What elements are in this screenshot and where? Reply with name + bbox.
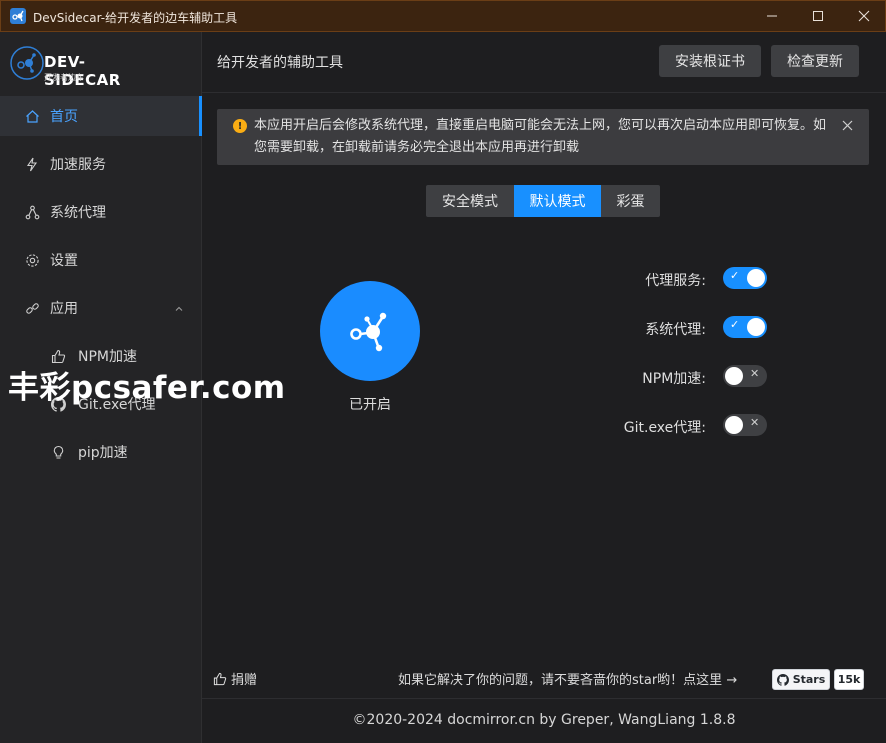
home-icon [24,108,40,124]
sidebar-item-pip[interactable]: pip加速 [0,432,202,472]
warning-alert: ! 本应用开启后会修改系统代理，直接重启电脑可能会无法上网，您可以再次启动本应用… [217,109,869,165]
logo-text: DEV-SIDECAR [44,53,121,89]
copyright-text: ©2020-2024 docmirror.cn by Greper, WangL… [352,712,736,728]
sidebar-item-system-proxy[interactable]: 系统代理 [0,192,202,232]
alert-close-button[interactable] [842,119,853,135]
github-stars-button[interactable]: Stars [772,669,830,690]
switch-label-git: Git.exe代理: [623,420,706,436]
switch-label-npm: NPM加速: [642,371,706,387]
sidebar-item-settings[interactable]: 设置 [0,240,202,280]
stars-count-badge[interactable]: 15k [834,669,864,690]
title-bar: DevSidecar-给开发者的边车辅助工具 [0,0,886,32]
sidecar-icon [350,312,387,352]
watermark: 丰彩pcsafer.com [8,370,286,406]
logo-subtext: 开发者边车 [44,73,84,82]
logo: DEV-SIDECAR 开发者边车 [10,42,160,89]
toggle-power-button[interactable] [320,281,420,381]
close-icon [858,10,870,22]
cross-icon: ✕ [750,367,760,380]
system-proxy-switch[interactable]: ✓ [723,316,767,338]
thumbs-up-icon [213,672,227,685]
warning-icon: ! [233,119,247,133]
app-icon [10,8,26,24]
sidebar-item-apps[interactable]: 应用 [0,288,202,328]
sidebar-item-label: 应用 [50,301,78,317]
install-cert-button[interactable]: 安装根证书 [659,45,761,77]
minimize-button[interactable] [749,1,795,31]
proxy-service-switch[interactable]: ✓ [723,267,767,289]
logo-icon [10,46,44,80]
alert-message: 本应用开启后会修改系统代理，直接重启电脑可能会无法上网，您可以再次启动本应用即可… [254,118,827,155]
donate-link[interactable]: 捐赠 [213,669,257,688]
sidebar-item-label: 首页 [50,109,78,125]
network-icon [24,204,40,220]
tab-safe-mode[interactable]: 安全模式 [426,185,514,217]
npm-acceleration-switch[interactable]: ✕ [723,365,767,387]
switch-label-system-proxy: 系统代理: [645,322,706,338]
switch-label-proxy-service: 代理服务: [645,273,706,289]
switch-knob [747,269,765,287]
tab-easter-egg[interactable]: 彩蛋 [601,185,660,217]
sidebar-item-label: pip加速 [78,445,128,461]
maximize-button[interactable] [795,1,841,31]
close-icon [842,120,853,131]
minimize-icon [767,15,777,17]
check-icon: ✓ [730,318,740,331]
tab-default-mode[interactable]: 默认模式 [514,185,601,217]
sidebar-item-label: 加速服务 [50,157,106,173]
status-label: 已开启 [349,397,391,413]
page-title: 给开发者的辅助工具 [217,55,343,71]
footer-divider [202,698,886,699]
switch-knob [725,367,743,385]
gear-icon [24,252,40,268]
switch-knob [747,318,765,336]
bulb-icon [50,444,66,460]
cross-icon: ✕ [750,416,760,429]
maximize-icon [813,11,823,21]
close-button[interactable] [841,1,886,31]
stars-label: Stars [792,673,826,686]
window-title: DevSidecar-给开发者的边车辅助工具 [33,11,238,25]
check-icon: ✓ [730,269,740,282]
switch-knob [725,416,743,434]
sidebar-item-acceleration[interactable]: 加速服务 [0,144,202,184]
thunder-icon [24,156,40,172]
github-icon [776,673,789,686]
check-update-button[interactable]: 检查更新 [771,45,859,77]
sidebar-item-label: 系统代理 [50,205,106,221]
star-prompt-link[interactable]: 如果它解决了你的问题，请不要吝啬你的star哟！点这里 → [398,669,737,688]
sidebar-item-home[interactable]: 首页 [0,96,202,136]
chevron-up-icon [174,302,184,318]
link-icon [24,300,40,316]
git-proxy-switch[interactable]: ✕ [723,414,767,436]
sidebar-item-label: 设置 [50,253,78,269]
mode-tabs: 安全模式 默认模式 彩蛋 [426,185,660,217]
header-divider [202,92,886,93]
donate-label: 捐赠 [231,673,258,688]
